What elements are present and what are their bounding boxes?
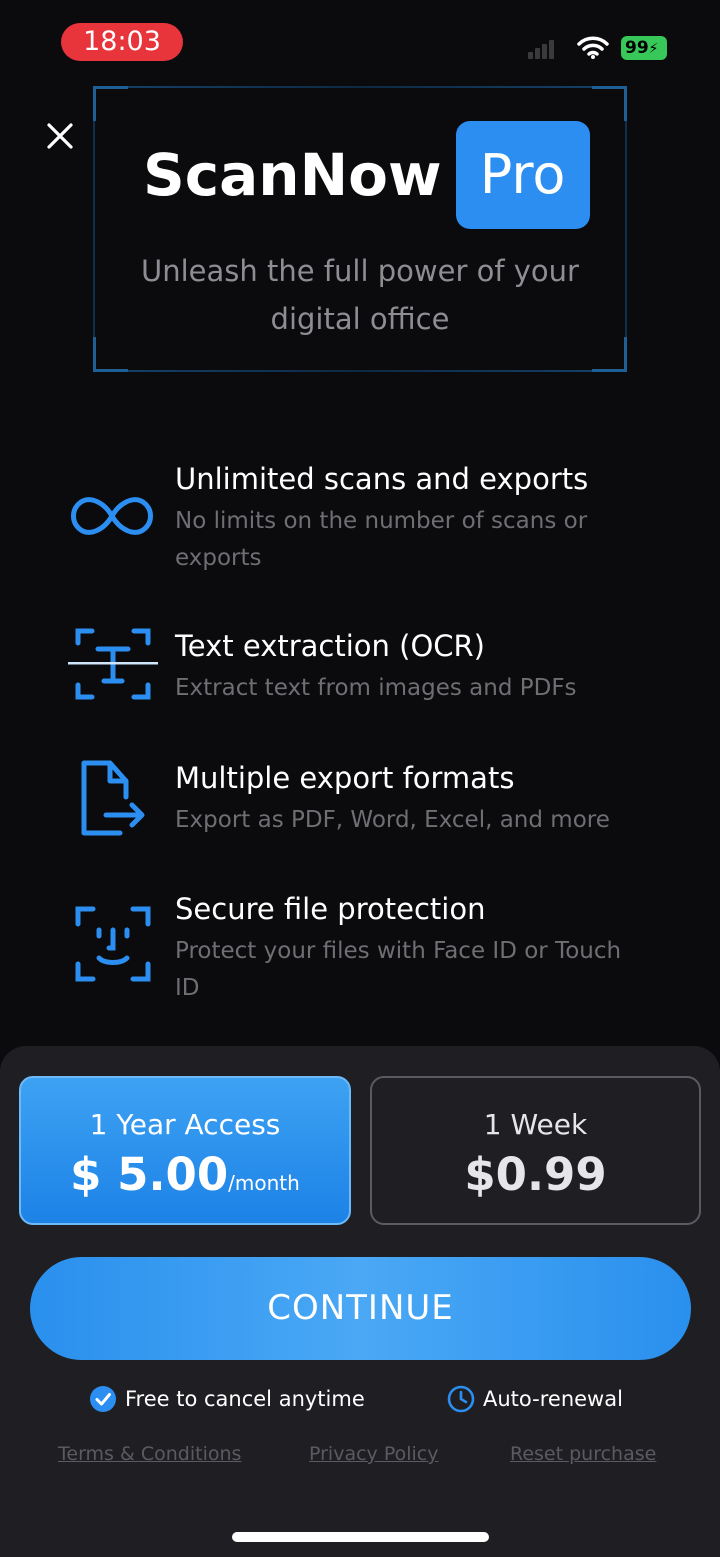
brand-logo: ScanNow Pro [143, 120, 590, 230]
feature-title: Text extraction (OCR) [175, 629, 485, 663]
wifi-icon [577, 36, 609, 59]
plan-label: 1 Week [483, 1108, 588, 1141]
home-indicator[interactable] [232, 1532, 489, 1542]
plan-price-value: $0.99 [464, 1148, 607, 1201]
terms-link[interactable]: Terms & Conditions [58, 1443, 241, 1465]
tagline: Unleash the full power of your digital o… [141, 254, 579, 336]
feature-description: Extract text from images and PDFs [175, 675, 577, 701]
battery-indicator: 99⚡ [621, 36, 667, 60]
clock-icon [447, 1385, 475, 1413]
feature-title: Unlimited scans and exports [175, 462, 589, 496]
feature-title: Multiple export formats [175, 761, 515, 795]
feature-description: Protect your files with Face ID or Touch… [175, 938, 622, 1001]
status-time: 18:03 [61, 23, 183, 61]
auto-renewal-note: Auto-renewal [447, 1383, 623, 1415]
plan-label: 1 Year Access [89, 1108, 281, 1141]
cellular-signal-icon [528, 40, 554, 59]
feature-description: Export as PDF, Word, Excel, and more [175, 807, 610, 833]
plan-price-value: $ 5.00 [70, 1148, 229, 1201]
plan-option-year[interactable]: 1 Year Access $ 5.00/month [19, 1076, 351, 1225]
charging-bolt-icon: ⚡ [648, 41, 659, 57]
plan-price: $0.99 [372, 1148, 699, 1201]
face-id-icon [75, 906, 151, 982]
cancel-anytime-note: Free to cancel anytime [89, 1383, 365, 1415]
brand-name: ScanNow [143, 141, 442, 209]
plan-price-unit: /month [228, 1171, 300, 1195]
pro-badge: Pro [455, 121, 590, 229]
export-file-icon [81, 760, 145, 836]
feature-title: Secure file protection [175, 892, 486, 926]
cancel-anytime-text: Free to cancel anytime [125, 1387, 365, 1411]
privacy-link[interactable]: Privacy Policy [309, 1443, 438, 1465]
text-scan-icon [68, 628, 158, 700]
plan-option-week[interactable]: 1 Week $0.99 [370, 1076, 701, 1225]
auto-renewal-text: Auto-renewal [483, 1387, 623, 1411]
infinity-icon [71, 497, 153, 535]
close-icon[interactable] [44, 120, 76, 152]
continue-button[interactable]: CONTINUE [30, 1257, 691, 1360]
feature-description: No limits on the number of scans or expo… [175, 508, 588, 571]
status-bar: 18:03 99⚡ [0, 0, 720, 90]
plan-price: $ 5.00/month [21, 1148, 349, 1201]
battery-level: 99 [625, 38, 649, 58]
checkmark-circle-icon [90, 1386, 116, 1412]
reset-purchase-link[interactable]: Reset purchase [510, 1443, 656, 1465]
